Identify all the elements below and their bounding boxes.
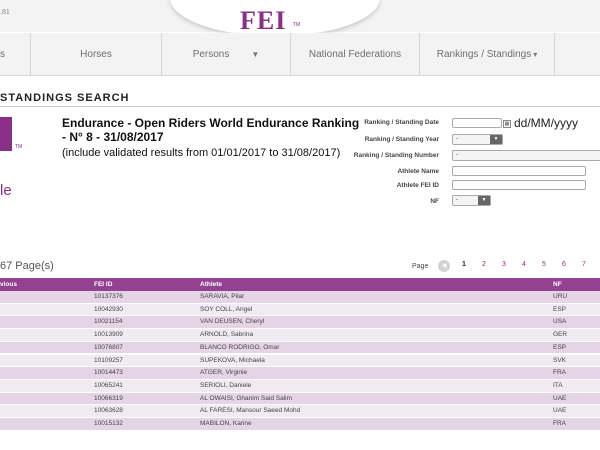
table-row[interactable]: 10063628 AL FARESI, Mansour Saeed Mohd UAE (0, 405, 600, 418)
fei-logo[interactable]: FEI (240, 6, 286, 36)
number-label: Ranking / Standing Number (353, 152, 439, 159)
chevron-down-icon: ▼ (478, 196, 490, 205)
table-row[interactable]: 10021154 VAN DEUSEN, Cheryl USA (0, 316, 600, 330)
column-header-nf[interactable]: NF (553, 278, 562, 291)
page-link-4[interactable]: 4 (522, 261, 526, 268)
calendar-icon[interactable]: ▦ (503, 120, 511, 128)
nav-item-national-federations[interactable]: National Federations (291, 33, 419, 75)
column-header-fei-id[interactable]: FEI ID (94, 278, 112, 291)
nf-label: NF (430, 198, 439, 205)
year-select[interactable]: - ▼ (452, 134, 503, 145)
athlete-name-label: Athlete Name (397, 168, 439, 175)
emblem-caption: le (0, 182, 12, 199)
logo-trademark: TM (293, 22, 301, 28)
results-table-header: vious FEI ID Athlete NF (0, 278, 600, 291)
main-nav: s Horses Persons ▼ National Federations … (0, 33, 600, 76)
date-label: Ranking / Standing Date (364, 119, 439, 126)
athlete-name-input[interactable] (452, 166, 586, 176)
page-link-6[interactable]: 6 (562, 261, 566, 268)
nf-select[interactable]: - ▼ (452, 195, 491, 206)
top-ip-text: .81 (0, 9, 10, 16)
nav-item-label: National Federations (308, 48, 402, 60)
chevron-left-icon[interactable]: ◀ (438, 260, 450, 272)
chevron-down-icon: ▾ (533, 49, 538, 59)
athlete-id-label: Athlete FEI ID (396, 182, 439, 189)
table-row[interactable]: 10015132 MABILON, Karine FRA (0, 418, 600, 431)
page-link-7[interactable]: 7 (582, 261, 586, 268)
page-link-2[interactable]: 2 (482, 261, 486, 268)
year-select-value: - (456, 136, 458, 142)
emblem-trademark: TM (15, 144, 23, 150)
nav-item-persons[interactable]: Persons ▼ (162, 33, 290, 75)
chevron-down-icon: ▼ (490, 135, 502, 144)
nav-item-label: s (0, 48, 5, 60)
page-label: Page (412, 263, 429, 270)
page-title: STANDINGS SEARCH (0, 92, 130, 104)
column-header-previous[interactable]: vious (0, 278, 17, 291)
ranking-title: Endurance - Open Riders World Endurance … (62, 116, 360, 144)
page-link-1[interactable]: 1 (462, 261, 466, 268)
page-link-3[interactable]: 3 (502, 261, 506, 268)
nf-select-value: - (456, 197, 458, 203)
page-count: 67 Page(s) (0, 260, 54, 272)
athlete-id-input[interactable] (452, 180, 586, 190)
ranking-subtitle: (include validated results from 01/01/20… (62, 147, 341, 159)
nav-item-label: Rankings / Standings (436, 48, 532, 60)
number-select-value: - (456, 152, 458, 158)
section-divider (0, 106, 600, 107)
row-divider (0, 429, 600, 431)
table-row[interactable]: 10014473 ATGER, Virginie FRA (0, 367, 600, 380)
nav-item-rankings[interactable]: Rankings / Standings ▾ (420, 33, 554, 75)
table-row[interactable]: 10065241 SERIOLI, Daniele ITA (0, 379, 600, 393)
column-header-athlete[interactable]: Athlete (200, 278, 222, 291)
date-format-hint: dd/MM/yyyy (514, 116, 579, 130)
nav-item-label: Persons (192, 48, 230, 60)
year-label: Ranking / Standing Year (364, 136, 439, 143)
table-row[interactable]: 10076807 BLANCO RODRIGO, Omar ESP (0, 341, 600, 355)
chevron-down-icon: ▼ (251, 49, 260, 59)
table-row[interactable]: 10137376 SARAVIA, Pilar URU (0, 291, 600, 304)
discipline-emblem (0, 117, 12, 151)
nav-divider (554, 33, 555, 75)
table-row[interactable]: 10109257 SUPEKOVA, Michaela SVK (0, 354, 600, 368)
page-link-5[interactable]: 5 (542, 261, 546, 268)
nav-item-label: Horses (80, 48, 112, 60)
nav-item-partial[interactable]: s (0, 33, 30, 75)
number-select[interactable]: - (452, 150, 600, 161)
nav-item-horses[interactable]: Horses (31, 33, 161, 75)
table-row[interactable]: 10042930 SOY COLL, Angel ESP (0, 303, 600, 317)
date-input[interactable] (452, 118, 502, 128)
table-row[interactable]: 10066319 AL OWAISI, Ghanim Said Salim UAE (0, 392, 600, 406)
table-row[interactable]: 10013909 ARNOLD, Sabrina GER (0, 329, 600, 342)
